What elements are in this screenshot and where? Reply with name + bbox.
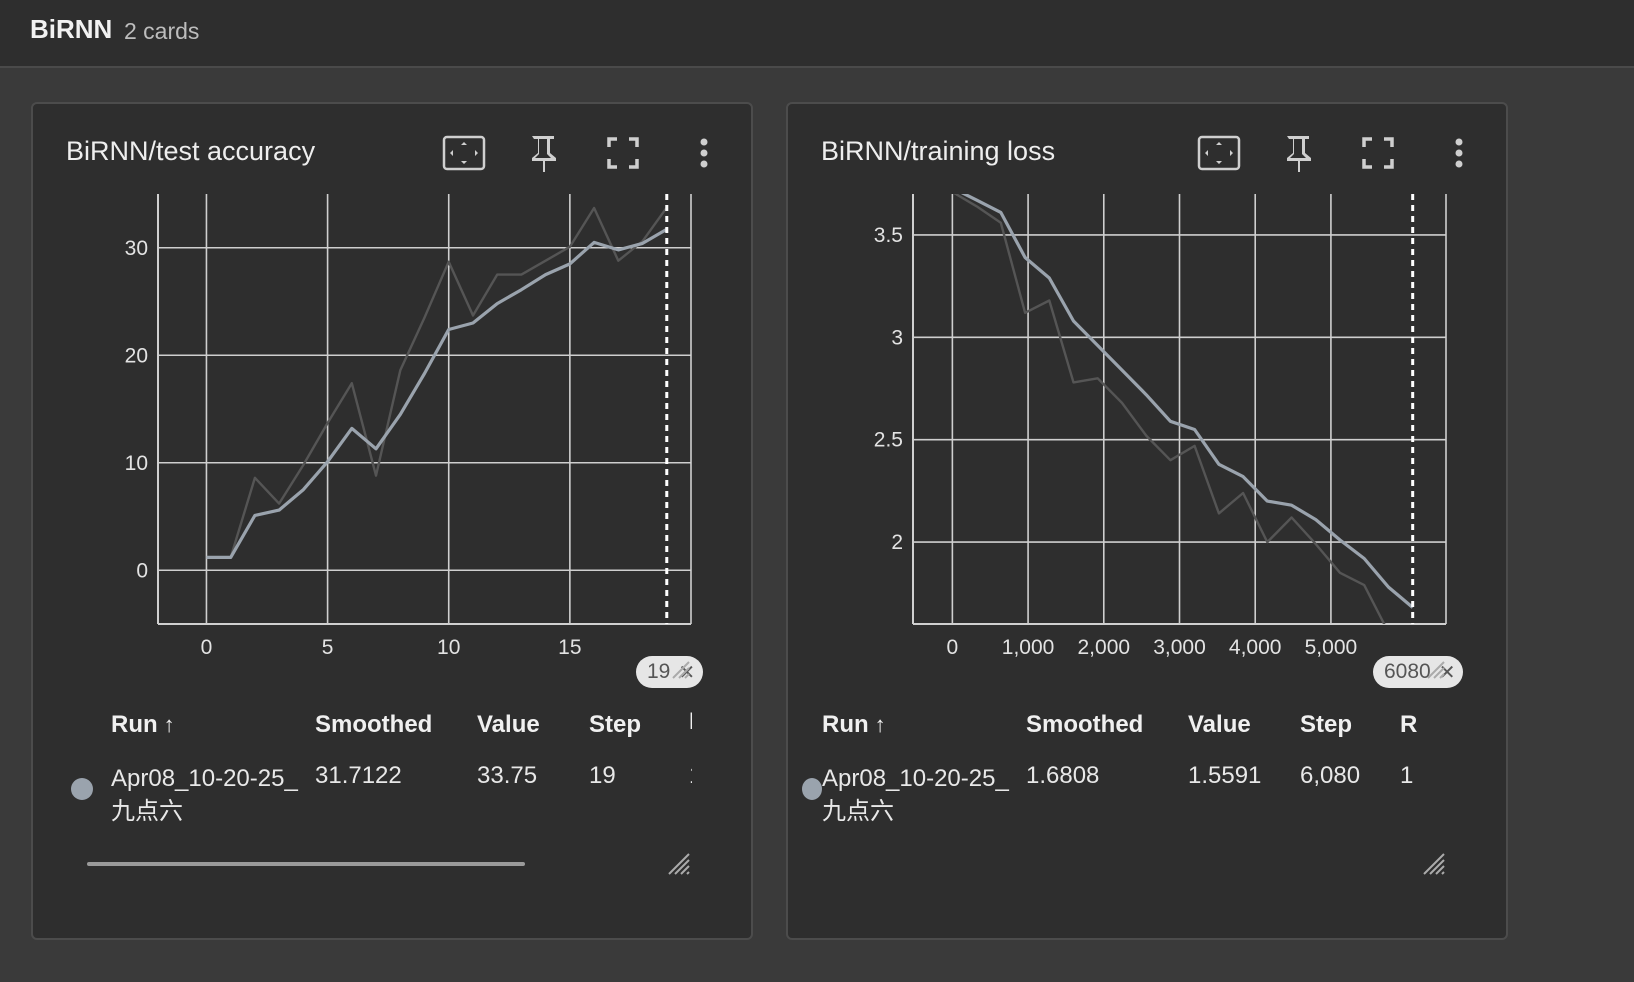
- run-color-cell: [71, 750, 111, 828]
- y-tick-label: 3: [891, 326, 903, 349]
- x-tick-label: 5,000: [1305, 636, 1358, 659]
- raw-value-cell: 1.5591: [1188, 762, 1262, 789]
- relative-value-cell: 1: [1400, 762, 1414, 789]
- x-tick-label: 10: [437, 636, 460, 659]
- table-header-row: Run↑ Smoothed Value Step R: [786, 700, 1420, 750]
- more-options-button[interactable]: [1436, 130, 1482, 176]
- fullscreen-icon: [607, 137, 639, 169]
- smoothed-value-cell: 1.6808: [1026, 762, 1100, 789]
- step-value-cell: 6,080: [1300, 762, 1361, 789]
- card-title: BiRNN/training loss: [821, 136, 1056, 166]
- y-tick-label: 20: [125, 344, 148, 367]
- y-tick-label: 10: [125, 452, 148, 475]
- relative-value-cell: 1: [689, 750, 693, 828]
- smoothed-column-header[interactable]: Smoothed: [1026, 700, 1188, 750]
- table-horizontal-scrollbar[interactable]: [87, 862, 525, 866]
- sort-arrow-icon: ↑: [874, 712, 886, 737]
- chart-resize-handle-icon[interactable]: [1418, 652, 1446, 680]
- value-column-header[interactable]: Value: [477, 700, 589, 750]
- relative-column-header[interactable]: R: [689, 700, 693, 750]
- card-resize-handle-icon[interactable]: [1418, 848, 1446, 876]
- x-tick-label: 0: [947, 636, 959, 659]
- card-title: BiRNN/test accuracy: [66, 136, 316, 166]
- fullscreen-icon: [1362, 137, 1394, 169]
- x-tick-label: 0: [201, 636, 213, 659]
- pin-card-button[interactable]: [1275, 130, 1321, 176]
- pin-icon: [1287, 136, 1311, 172]
- pin-icon: [532, 136, 556, 172]
- fit-to-domain-icon: [442, 135, 486, 171]
- y-tick-label: 2.5: [874, 429, 903, 452]
- x-tick-label: 1,000: [1002, 636, 1055, 659]
- runs-data-table: Run↑ Smoothed Value Step R Apr08_10-20-2…: [71, 700, 693, 828]
- scalar-card-training-loss: BiRNN/training loss 0 1,000 2,000 3,000 4,00…: [786, 102, 1508, 940]
- x-tick-label: 15: [558, 636, 581, 659]
- fit-to-domain-icon: [1197, 135, 1241, 171]
- x-tick-label: 4,000: [1229, 636, 1282, 659]
- run-name-cell: Apr08_10-20-25_ 九点六: [111, 765, 298, 825]
- more-options-button[interactable]: [681, 130, 727, 176]
- raw-series-line: [953, 194, 1386, 624]
- pin-card-button[interactable]: [520, 130, 566, 176]
- smoothed-series-line: [960, 194, 1414, 609]
- fit-domain-button[interactable]: [1196, 130, 1242, 176]
- smoothed-series-line: [206, 227, 668, 559]
- x-tick-label: 2,000: [1078, 636, 1131, 659]
- smoothed-column-header[interactable]: Smoothed: [315, 700, 477, 750]
- y-tick-label: 30: [125, 237, 148, 260]
- run-column-header[interactable]: Run ↑: [111, 700, 315, 750]
- y-tick-label: 3.5: [874, 224, 903, 247]
- table-row: Apr08_10-20-25_九点六 31.7122 33.75 19 1: [71, 750, 693, 828]
- chart-resize-handle-icon[interactable]: [663, 652, 691, 680]
- more-vert-icon: [1455, 138, 1463, 168]
- step-column-header[interactable]: Step: [1300, 700, 1400, 750]
- table-row: Apr08_10-20-25_ 九点六 1.6808 1.5591 6,080 1: [786, 750, 1420, 828]
- color-column-header: [71, 700, 111, 750]
- value-column-header[interactable]: Value: [1188, 700, 1300, 750]
- scalar-card-test-accuracy: BiRNN/test accuracy 0 5 10 15 0 10 20 30 19 ✕ R…: [31, 102, 753, 940]
- table-header-row: Run↑ Smoothed Value Step R: [71, 700, 693, 750]
- run-name-cell: Apr08_10-20-25_ 九点六: [822, 765, 1009, 825]
- raw-value-cell: 33.75: [477, 762, 538, 789]
- step-column-header[interactable]: Step: [589, 700, 689, 750]
- group-card-count: 2 cards: [124, 18, 200, 44]
- color-column-header: [786, 700, 822, 750]
- sort-arrow-icon: ↑: [163, 712, 175, 737]
- smoothed-value-cell: 31.7122: [315, 762, 402, 789]
- relative-column-header[interactable]: R: [1400, 700, 1420, 750]
- x-tick-label: 5: [322, 636, 334, 659]
- line-chart[interactable]: 0 5 10 15 0 10 20 30: [33, 194, 755, 714]
- step-value-cell: 19: [589, 762, 616, 789]
- more-vert-icon: [700, 138, 708, 168]
- card-resize-handle-icon[interactable]: [663, 848, 691, 876]
- y-tick-label: 2: [891, 531, 903, 554]
- fullscreen-button[interactable]: [1355, 130, 1401, 176]
- run-color-dot[interactable]: [71, 778, 93, 800]
- run-color-cell: [786, 750, 822, 828]
- card-group-header[interactable]: BiRNN 2 cards: [0, 0, 1634, 68]
- run-color-dot[interactable]: [802, 778, 822, 800]
- group-title: BiRNN: [30, 14, 113, 44]
- x-tick-label: 3,000: [1153, 636, 1206, 659]
- runs-data-table: Run↑ Smoothed Value Step R Apr08_10-20-2…: [786, 700, 1420, 828]
- fullscreen-button[interactable]: [600, 130, 646, 176]
- run-column-header[interactable]: Run ↑: [822, 700, 1026, 750]
- line-chart[interactable]: 0 1,000 2,000 3,000 4,000 5,000 2 2.5 3 3.5: [788, 194, 1510, 714]
- raw-series-line: [206, 206, 668, 559]
- fit-domain-button[interactable]: [441, 130, 487, 176]
- y-tick-label: 0: [136, 559, 148, 582]
